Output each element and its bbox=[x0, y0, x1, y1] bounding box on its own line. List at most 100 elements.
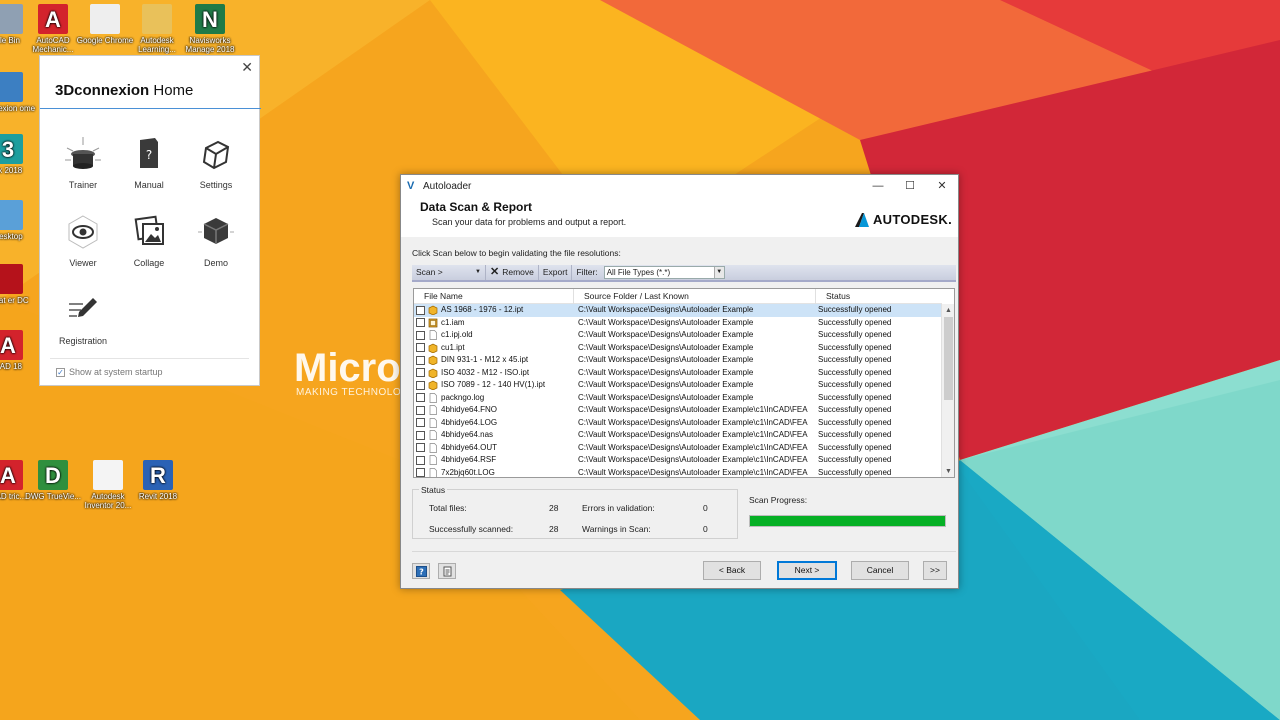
file-list-scrollbar[interactable]: ▲ ▼ bbox=[941, 304, 954, 477]
home-collage-item[interactable]: Collage bbox=[116, 212, 182, 268]
table-row[interactable]: 4bhidye64.LOG C:\Vault Workspace\Designs\… bbox=[414, 417, 942, 430]
table-row[interactable]: packngo.log C:\Vault Workspace\Designs\Au… bbox=[414, 392, 942, 405]
desktop-icon-max[interactable]: 3 ax 2018 bbox=[0, 134, 38, 184]
doc-file-icon bbox=[428, 330, 438, 341]
part-file-icon bbox=[428, 355, 438, 366]
vault-logo-icon: V bbox=[407, 180, 415, 192]
row-checkbox[interactable] bbox=[416, 405, 425, 415]
close-button[interactable]: ✕ bbox=[926, 175, 958, 197]
status-cell: Successfully opened bbox=[818, 380, 892, 389]
scan-button[interactable]: Scan > ▼ bbox=[412, 265, 486, 280]
table-row[interactable]: 4bhidye64.RSF C:\Vault Workspace\Designs\… bbox=[414, 454, 942, 467]
home-demo-item[interactable]: Demo bbox=[183, 212, 249, 268]
source-folder-cell: C:\Vault Workspace\Designs\Autoloader Ex… bbox=[578, 342, 754, 352]
startup-checkbox[interactable]: ✓ bbox=[56, 367, 65, 377]
row-checkbox[interactable] bbox=[416, 418, 425, 428]
desktop-icon-revit[interactable]: R Revit 2018 bbox=[128, 460, 188, 510]
home-trainer-item[interactable]: Trainer bbox=[50, 134, 116, 190]
desktop-icon-autocad-mech[interactable]: A AutoCAD Mechanic... bbox=[23, 4, 83, 54]
column-file-name[interactable]: File Name bbox=[414, 289, 574, 304]
home-close-icon[interactable]: ✕ bbox=[241, 59, 253, 76]
window-title: Autoloader bbox=[423, 180, 472, 192]
table-row[interactable]: ISO 4032 - M12 - ISO.ipt C:\Vault Workspa… bbox=[414, 367, 942, 380]
desktop-icon-navisworks[interactable]: N Navisworks Manage 2018 bbox=[180, 4, 240, 54]
table-row[interactable]: c1.iam C:\Vault Workspace\Designs\Autoloa… bbox=[414, 317, 942, 330]
row-checkbox[interactable] bbox=[416, 330, 425, 340]
dropdown-arrow-icon: ▼ bbox=[475, 269, 481, 275]
desktop-icon-autocad-2[interactable]: A CAD 18 bbox=[0, 330, 38, 380]
table-row[interactable]: 4bhidye64.FNO C:\Vault Workspace\Designs\… bbox=[414, 404, 942, 417]
show-at-startup-option[interactable]: ✓ Show at system startup bbox=[56, 367, 163, 377]
next-button[interactable]: Next > bbox=[777, 561, 837, 580]
status-legend: Status bbox=[419, 485, 448, 495]
file-name-cell: ISO 7089 - 12 - 140 HV(1).ipt bbox=[414, 379, 576, 392]
status-cell: Successfully opened bbox=[818, 367, 892, 377]
table-row[interactable]: DIN 931-1 - M12 x 45.ipt C:\Vault Workspa… bbox=[414, 354, 942, 367]
doc-file-icon bbox=[428, 455, 438, 466]
maximize-button[interactable]: ☐ bbox=[894, 175, 926, 197]
table-row[interactable]: 7x2bjq60t.LOG C:\Vault Workspace\Designs\… bbox=[414, 467, 942, 477]
column-status[interactable]: Status bbox=[816, 289, 942, 304]
minimize-button[interactable]: — bbox=[862, 175, 894, 197]
row-checkbox[interactable] bbox=[416, 443, 425, 453]
row-checkbox[interactable] bbox=[416, 355, 425, 365]
warnings-value: 0 bbox=[703, 524, 708, 534]
row-checkbox[interactable] bbox=[416, 380, 425, 390]
desktop-icon-chrome[interactable]: Google Chrome bbox=[75, 4, 135, 54]
row-checkbox[interactable] bbox=[416, 468, 425, 477]
file-list-header: File Name Source Folder / Last Known Sta… bbox=[414, 289, 942, 304]
row-checkbox[interactable] bbox=[416, 455, 425, 465]
scan-progress-fill bbox=[750, 516, 945, 526]
scan-progress-bar bbox=[749, 515, 946, 527]
table-row[interactable]: 4bhidye64.nas C:\Vault Workspace\Designs\… bbox=[414, 429, 942, 442]
row-checkbox[interactable] bbox=[416, 368, 425, 378]
svg-text:?: ? bbox=[146, 148, 152, 162]
status-cell: Successfully opened bbox=[818, 330, 892, 339]
autoloader-titlebar[interactable]: V Autoloader — ☐ ✕ bbox=[401, 175, 958, 197]
desktop-icon-acrobat[interactable]: robat er DC bbox=[0, 264, 38, 314]
home-manual-item[interactable]: ? Manual bbox=[116, 134, 182, 190]
clipboard-icon bbox=[443, 566, 451, 576]
scroll-thumb[interactable] bbox=[944, 317, 953, 400]
back-button[interactable]: < Back bbox=[703, 561, 761, 580]
status-cell: Successfully opened bbox=[818, 442, 892, 452]
row-checkbox[interactable] bbox=[416, 393, 425, 403]
notes-button[interactable] bbox=[438, 563, 456, 579]
desktop-icon-dwg-trueview[interactable]: D DWG TrueVie... bbox=[23, 460, 83, 510]
source-folder-cell: C:\Vault Workspace\Designs\Autoloader Ex… bbox=[578, 317, 754, 327]
expand-button[interactable]: >> bbox=[923, 561, 947, 580]
table-row[interactable]: cu1.ipt C:\Vault Workspace\Designs\Autolo… bbox=[414, 342, 942, 355]
home-registration-item[interactable]: Registration bbox=[50, 290, 116, 346]
home-settings-item[interactable]: Settings bbox=[183, 134, 249, 190]
file-name-cell: c1.ipj.old bbox=[414, 329, 576, 342]
scroll-down-icon[interactable]: ▼ bbox=[942, 465, 954, 477]
scroll-up-icon[interactable]: ▲ bbox=[942, 304, 954, 317]
table-row[interactable]: ISO 7089 - 12 - 140 HV(1).ipt C:\Vault Wo… bbox=[414, 379, 942, 392]
cancel-button[interactable]: Cancel bbox=[851, 561, 909, 580]
source-folder-cell: C:\Vault Workspace\Designs\Autoloader Ex… bbox=[578, 442, 808, 452]
table-row[interactable]: c1.ipj.old C:\Vault Workspace\Designs\Aut… bbox=[414, 329, 942, 342]
scan-instruction: Click Scan below to begin validating the… bbox=[412, 248, 621, 258]
desktop-icon-autodesk-learning[interactable]: Autodesk Learning... bbox=[127, 4, 187, 54]
row-checkbox[interactable] bbox=[416, 305, 425, 315]
remove-button[interactable]: ✕ Remove bbox=[486, 265, 539, 280]
desktop-icon-connexion[interactable]: connexion ome bbox=[0, 72, 38, 122]
row-checkbox[interactable] bbox=[416, 318, 425, 328]
footer-divider bbox=[412, 551, 956, 552]
table-row[interactable]: 4bhidye64.OUT C:\Vault Workspace\Designs\… bbox=[414, 442, 942, 455]
desktop-icon-desktop[interactable]: Desktop bbox=[0, 200, 38, 250]
row-checkbox[interactable] bbox=[416, 343, 425, 353]
home-viewer-item[interactable]: Viewer bbox=[50, 212, 116, 268]
help-button[interactable]: ? bbox=[412, 563, 430, 579]
file-name-cell: c1.iam bbox=[414, 317, 576, 330]
home-item-label: Manual bbox=[134, 180, 164, 190]
filter-select[interactable]: All File Types (*.*) ▼ bbox=[603, 266, 725, 279]
file-name: ISO 7089 - 12 - 140 HV(1).ipt bbox=[441, 380, 546, 389]
table-row[interactable]: AS 1968 - 1976 - 12.ipt C:\Vault Workspac… bbox=[414, 304, 942, 317]
column-source-folder[interactable]: Source Folder / Last Known bbox=[574, 289, 816, 304]
row-checkbox[interactable] bbox=[416, 430, 425, 440]
autocad-mech-icon: A bbox=[38, 4, 68, 34]
source-folder-cell: C:\Vault Workspace\Designs\Autoloader Ex… bbox=[578, 455, 808, 464]
file-name-cell: 4bhidye64.nas bbox=[414, 429, 576, 442]
export-button[interactable]: Export bbox=[539, 265, 573, 280]
